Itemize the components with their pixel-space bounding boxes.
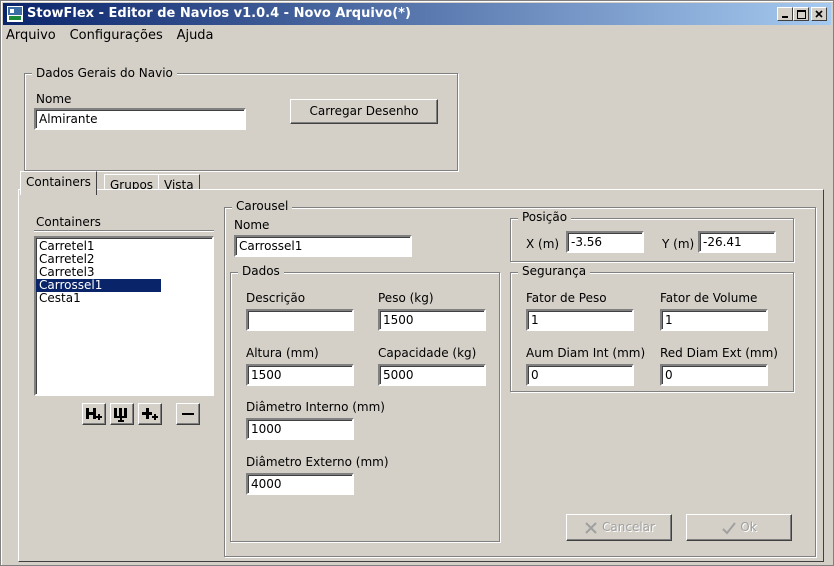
window-title: StowFlex - Editor de Navios v1.0.4 - Nov… — [27, 6, 411, 21]
descricao-input[interactable] — [246, 309, 354, 331]
menu-bar: Arquivo Configurações Ajuda — [6, 28, 224, 48]
posicao-y-label: Y (m) — [662, 237, 695, 251]
remove-icon — [182, 413, 194, 415]
carousel-nome-input[interactable]: Carrossel1 — [234, 235, 412, 257]
checkmark-icon — [722, 521, 737, 534]
peso-label: Peso (kg) — [378, 291, 434, 305]
carregar-desenho-button[interactable]: Carregar Desenho — [290, 99, 438, 124]
close-icon — [815, 10, 823, 18]
diametro-interno-input[interactable]: 1000 — [246, 418, 354, 440]
navio-nome-input[interactable]: Almirante — [34, 108, 246, 130]
posicao-legend: Posição — [518, 210, 572, 224]
altura-input[interactable]: 1500 — [246, 364, 354, 386]
dados-gerais-legend: Dados Gerais do Navio — [32, 66, 177, 80]
posicao-y-input[interactable]: -26.41 — [698, 231, 776, 253]
capacidade-input[interactable]: 5000 — [378, 364, 486, 386]
title-bar[interactable]: StowFlex - Editor de Navios v1.0.4 - Nov… — [3, 3, 831, 25]
carousel-nome-label: Nome — [234, 218, 270, 232]
aum-diam-int-label: Aum Diam Int (mm) — [526, 346, 646, 360]
ok-button[interactable]: Ok — [686, 514, 792, 541]
containers-header-divider — [34, 230, 214, 232]
red-diam-ext-label: Red Diam Ext (mm) — [660, 346, 778, 360]
list-item[interactable]: Cesta1 — [36, 292, 212, 305]
fator-peso-label: Fator de Peso — [526, 291, 607, 305]
aum-diam-int-input[interactable]: 0 — [526, 364, 634, 386]
tab-containers[interactable]: Containers — [20, 171, 97, 195]
remove-container-button[interactable] — [176, 403, 200, 425]
red-diam-ext-input[interactable]: 0 — [660, 364, 768, 386]
cancelar-button[interactable]: Cancelar — [566, 514, 672, 541]
add-container-right-button[interactable] — [138, 403, 162, 425]
add-container-right-icon — [142, 408, 158, 420]
close-button[interactable] — [811, 7, 827, 21]
minimize-icon — [782, 16, 788, 18]
menu-configuracoes[interactable]: Configurações — [70, 28, 163, 43]
containers-listbox[interactable]: Carretel1 Carretel2 Carretel3 Carrossel1… — [34, 236, 214, 396]
navio-nome-label: Nome — [36, 92, 72, 106]
maximize-icon — [797, 10, 806, 19]
descricao-label: Descrição — [246, 291, 306, 305]
fator-volume-label: Fator de Volume — [660, 291, 758, 305]
add-container-below-button[interactable] — [110, 403, 134, 425]
dados-legend: Dados — [238, 264, 284, 278]
diametro-interno-label: Diâmetro Interno (mm) — [246, 400, 385, 414]
cancelar-label: Cancelar — [602, 520, 655, 534]
fator-volume-input[interactable]: 1 — [660, 309, 768, 331]
carousel-legend: Carousel — [232, 199, 293, 213]
add-container-icon — [86, 408, 102, 420]
altura-label: Altura (mm) — [246, 346, 319, 360]
seguranca-legend: Segurança — [518, 264, 591, 278]
cancel-icon — [585, 521, 597, 534]
containers-header: Containers — [36, 215, 101, 229]
menu-ajuda[interactable]: Ajuda — [177, 28, 214, 43]
add-container-below-icon — [114, 408, 127, 422]
peso-input[interactable]: 1500 — [378, 309, 486, 331]
menu-arquivo[interactable]: Arquivo — [6, 28, 56, 43]
posicao-x-label: X (m) — [526, 237, 560, 251]
capacidade-label: Capacidade (kg) — [378, 346, 477, 360]
posicao-x-input[interactable]: -3.56 — [566, 231, 644, 253]
maximize-button[interactable] — [793, 7, 809, 21]
app-icon — [7, 6, 23, 22]
diametro-externo-label: Diâmetro Externo (mm) — [246, 455, 389, 469]
add-container-button[interactable] — [82, 403, 106, 425]
ok-label: Ok — [740, 520, 757, 534]
diametro-externo-input[interactable]: 4000 — [246, 473, 354, 495]
minimize-button[interactable] — [777, 7, 793, 21]
fator-peso-input[interactable]: 1 — [526, 309, 634, 331]
